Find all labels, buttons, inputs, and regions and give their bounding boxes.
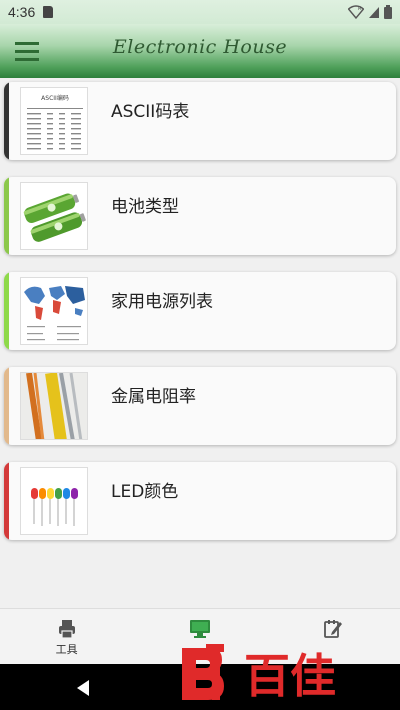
nav-tab-tools[interactable]: 工具 bbox=[0, 609, 133, 664]
back-triangle-icon[interactable] bbox=[74, 678, 94, 698]
card-accent bbox=[4, 462, 9, 540]
status-time: 4:36 bbox=[8, 4, 36, 20]
list-item-label: ASCII码表 bbox=[111, 102, 190, 122]
list-item-household-power[interactable]: 家用电源列表 bbox=[4, 272, 396, 350]
printer-icon bbox=[58, 620, 75, 639]
world-power-map-thumbnail bbox=[20, 277, 88, 345]
list-item-led-colors[interactable]: LED颜色 bbox=[4, 462, 396, 540]
list-item-label: 金属电阻率 bbox=[111, 387, 196, 407]
app-title: Electronic House bbox=[112, 36, 288, 58]
list-item-metal-resistivity[interactable]: 金属电阻率 bbox=[4, 367, 396, 445]
wifi-icon: R bbox=[348, 5, 364, 19]
status-bar: 4:36 R bbox=[0, 0, 400, 24]
nav-tab-label: 工具 bbox=[55, 643, 78, 656]
card-accent bbox=[4, 367, 9, 445]
list-item-label: 家用电源列表 bbox=[111, 292, 213, 312]
battery-thumbnail bbox=[20, 182, 88, 250]
watermark-text: 百佳 bbox=[244, 649, 336, 703]
app-bar: Electronic House bbox=[0, 24, 400, 78]
thumb-caption: ASCII编码 bbox=[41, 94, 69, 102]
watermark-logo: 百佳 bbox=[182, 644, 336, 703]
card-accent bbox=[4, 82, 9, 160]
monitor-icon bbox=[189, 620, 210, 638]
list-item-battery-types[interactable]: 电池类型 bbox=[4, 177, 396, 255]
svg-text:R: R bbox=[358, 6, 362, 12]
signal-icon bbox=[369, 6, 379, 18]
list-item-label: LED颜色 bbox=[111, 482, 179, 502]
card-accent bbox=[4, 177, 9, 255]
ascii-table-thumbnail: ASCII编码 bbox=[20, 87, 88, 155]
copper-wire-thumbnail bbox=[20, 372, 88, 440]
led-colors-thumbnail bbox=[20, 467, 88, 535]
sd-card-icon bbox=[43, 6, 54, 18]
battery-icon bbox=[384, 5, 392, 19]
edit-note-icon bbox=[324, 620, 343, 638]
card-accent bbox=[4, 272, 9, 350]
list-item-ascii-table[interactable]: ASCII编码 ASCII码表 bbox=[4, 82, 396, 160]
list-item-label: 电池类型 bbox=[111, 197, 179, 217]
